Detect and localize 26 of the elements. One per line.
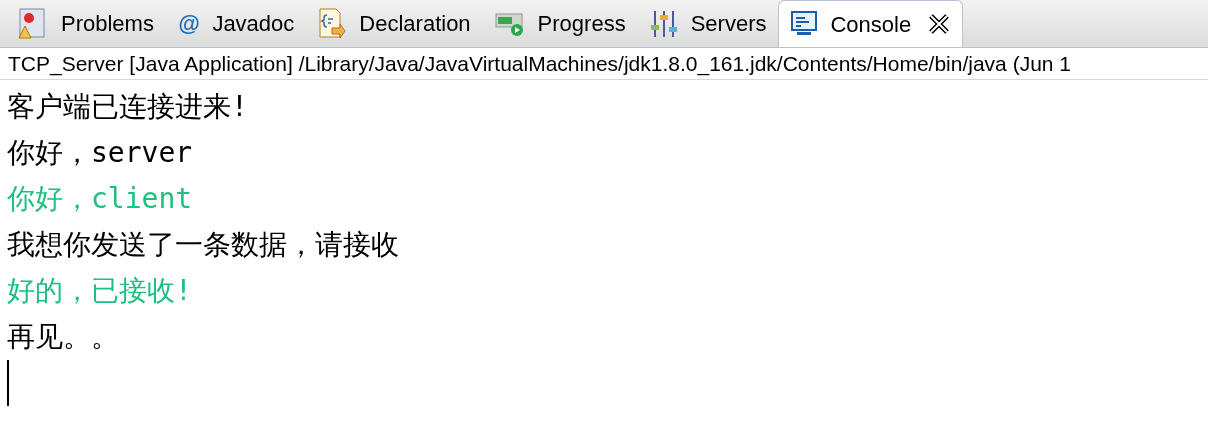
console-line: 好的，已接收! <box>7 273 193 309</box>
sliders-icon <box>649 8 678 39</box>
tab-label: Problems <box>61 10 154 38</box>
tab[interactable]: Servers <box>637 0 779 47</box>
tab[interactable]: @ Javadoc <box>165 0 307 47</box>
tab-label: Servers <box>690 10 767 38</box>
console-line: 再见。。 <box>7 319 120 355</box>
tab-label: Javadoc <box>212 10 295 38</box>
at-sign-icon: @ <box>177 12 200 35</box>
tab-label: Console <box>830 10 912 39</box>
console-line: 你好，client <box>7 181 194 217</box>
tab[interactable]: Console <box>778 0 964 47</box>
tab[interactable]: Declaration <box>306 0 483 47</box>
progress-icon <box>494 10 525 37</box>
console-line: 你好，server <box>7 135 194 171</box>
problems-icon <box>18 7 48 40</box>
monitor-icon <box>791 11 818 37</box>
declaration-icon <box>318 7 347 40</box>
tab-label: Progress <box>537 10 626 38</box>
tab-label: Declaration <box>359 10 471 38</box>
console-line: 我想你发送了一条数据，请接收 <box>7 227 400 263</box>
tab[interactable]: Problems <box>6 0 166 47</box>
console-header: TCP_Server [Java Application] /Library/Java/JavaVirtualMachines/jdk1.8.0_161.jdk/Contents/Home/bin/java (Jun 1 <box>8 50 1071 78</box>
tab[interactable]: Progress <box>482 0 638 47</box>
console-line: 客户端已连接进来! <box>7 89 249 125</box>
close-icon[interactable] <box>928 13 951 35</box>
